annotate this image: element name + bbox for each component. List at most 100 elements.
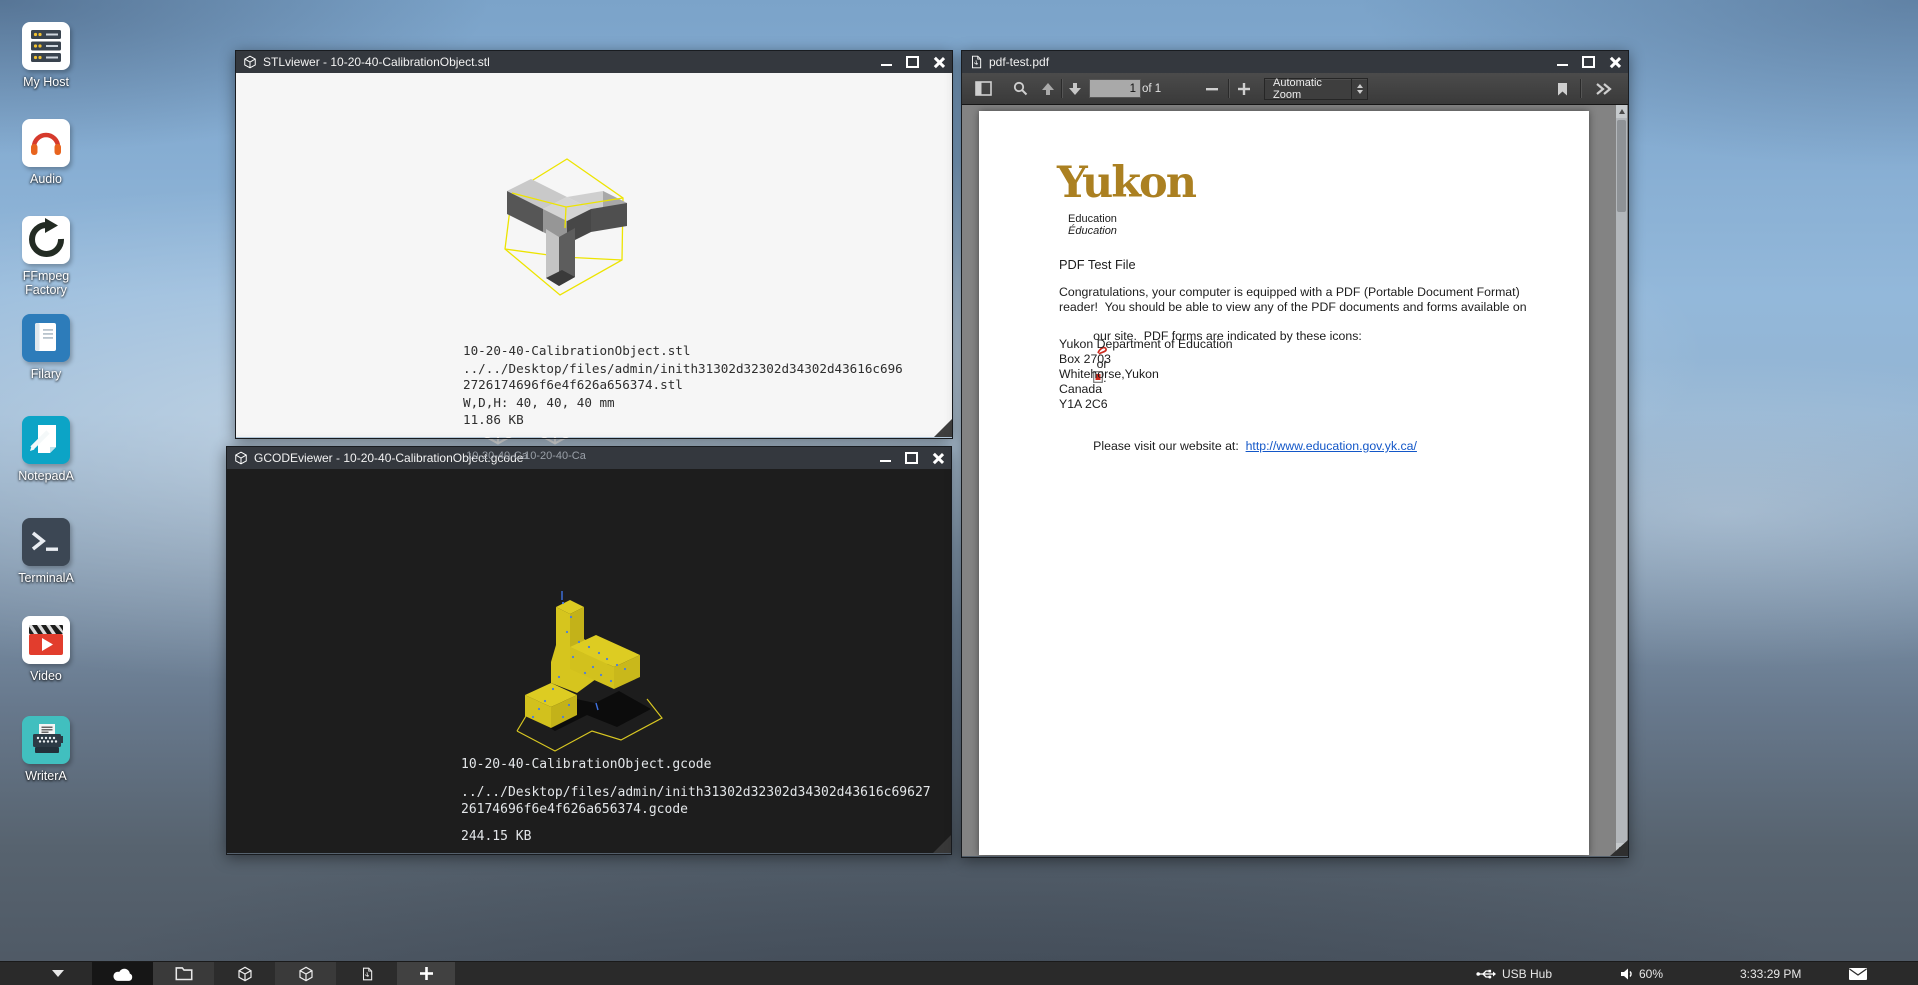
- taskbar-mail-button[interactable]: [1838, 962, 1878, 985]
- window-title: STLviewer - 10-20-40-CalibrationObject.s…: [263, 55, 881, 69]
- gcodeviewer-titlebar[interactable]: GCODEviewer - 10-20-40-CalibrationObject…: [227, 447, 951, 469]
- toolbar-divider: [1061, 79, 1062, 98]
- stlviewer-titlebar[interactable]: STLviewer - 10-20-40-CalibrationObject.s…: [236, 51, 952, 73]
- taskbar-task-stlviewer[interactable]: [214, 962, 275, 985]
- bookmark-icon: [1557, 82, 1568, 96]
- cube-icon: [298, 966, 314, 982]
- pdf-page: Yukon Education Éducation PDF Test File …: [979, 111, 1589, 855]
- stl-path-line2: 2726174696f6e4f626a656374.stl: [463, 377, 683, 392]
- minimize-button[interactable]: [881, 64, 892, 66]
- gcodeviewer-window: GCODEviewer - 10-20-40-CalibrationObject…: [226, 446, 952, 855]
- typewriter-icon: [22, 716, 70, 764]
- close-button[interactable]: [933, 57, 944, 68]
- desktop-icon-label: FFmpeg Factory: [14, 269, 78, 297]
- website-link[interactable]: http://www.education.gov.yk.ca/: [1246, 439, 1417, 453]
- taskbar-menu-button[interactable]: [30, 962, 86, 985]
- maximize-button[interactable]: [1582, 56, 1595, 68]
- desktop-icon-label: WriterA: [14, 769, 78, 783]
- taskbar: USB Hub 60% 3:33:29 PM: [0, 961, 1918, 985]
- gcode-3d-object: [499, 587, 704, 762]
- desktop-icon-filary[interactable]: Filary: [14, 314, 78, 381]
- desktop-icon-audio[interactable]: Audio: [14, 119, 78, 186]
- maximize-button[interactable]: [906, 56, 919, 68]
- zoom-out-button[interactable]: [1200, 73, 1224, 104]
- gcode-path-line2: 26174696f6e4f626a656374.gcode: [461, 802, 688, 817]
- taskbar-task-files[interactable]: [153, 962, 214, 985]
- page-number-input[interactable]: [1089, 79, 1141, 98]
- arrow-up-icon: [1041, 82, 1055, 96]
- scroll-up-button[interactable]: [1616, 105, 1627, 118]
- gcode-viewport[interactable]: 10-20-40-CalibrationObject.gcode ../../D…: [227, 469, 951, 853]
- arrow-down-icon: [1068, 82, 1082, 96]
- chevron-down-icon: [52, 970, 64, 977]
- double-chevron-right-icon: [1595, 82, 1613, 96]
- speaker-icon: [1621, 968, 1634, 980]
- yukon-logo: Yukon: [1057, 158, 1195, 208]
- sidebar-toggle-icon: [975, 81, 992, 96]
- envelope-icon: [1849, 968, 1867, 980]
- toolbar-divider: [1580, 79, 1581, 98]
- close-button[interactable]: [932, 453, 943, 464]
- pdf-window: pdf-test.pdf: [961, 50, 1629, 858]
- desktop: My Host Audio FFmpeg Factory: [0, 0, 1918, 985]
- window-title: GCODEviewer - 10-20-40-CalibrationObject…: [254, 451, 880, 465]
- maximize-button[interactable]: [905, 452, 918, 464]
- desktop-icon-label: NotepadA: [14, 469, 78, 483]
- desktop-icon-label: Video: [14, 669, 78, 683]
- sidebar-toggle-button[interactable]: [970, 73, 996, 104]
- book-icon: [22, 314, 70, 362]
- next-page-button[interactable]: [1063, 73, 1087, 104]
- bookmark-button[interactable]: [1550, 73, 1574, 104]
- desktop-icon-label: TerminalA: [14, 571, 78, 585]
- taskbar-new-button[interactable]: [397, 962, 455, 985]
- volume-status[interactable]: 60%: [1621, 962, 1663, 985]
- usb-status[interactable]: USB Hub: [1476, 962, 1552, 985]
- zoom-select[interactable]: Automatic Zoom: [1264, 78, 1368, 100]
- desktop-icon-terminala[interactable]: TerminalA: [14, 518, 78, 585]
- clock[interactable]: 3:33:29 PM: [1740, 962, 1801, 985]
- taskbar-task-gcodeviewer[interactable]: [275, 962, 336, 985]
- desktop-icon-notepada[interactable]: NotepadA: [14, 416, 78, 483]
- zoom-select-spinner: [1351, 79, 1367, 99]
- terminal-icon: [22, 518, 70, 566]
- toolbar-divider: [1228, 79, 1229, 98]
- resize-grip[interactable]: [934, 419, 952, 437]
- folder-icon: [175, 966, 193, 981]
- scrollbar-thumb[interactable]: [1617, 120, 1626, 212]
- desktop-icon-ffmpeg-factory[interactable]: FFmpeg Factory: [14, 216, 78, 297]
- previous-page-button[interactable]: [1036, 73, 1060, 104]
- desktop-icon-label: Audio: [14, 172, 78, 186]
- scrollbar-track[interactable]: [1616, 105, 1627, 856]
- search-button[interactable]: [1008, 73, 1032, 104]
- pdf-titlebar[interactable]: pdf-test.pdf: [962, 51, 1628, 73]
- desktop-icon-my-host[interactable]: My Host: [14, 22, 78, 89]
- gcode-filename: 10-20-40-CalibrationObject.gcode: [461, 757, 711, 772]
- toolbar-more-button[interactable]: [1588, 73, 1620, 104]
- stl-filesize: 11.86 KB: [463, 412, 524, 427]
- doc-heading: PDF Test File: [1059, 257, 1136, 272]
- logo-education-fr: Éducation: [1068, 225, 1117, 237]
- desktop-icon-video[interactable]: Video: [14, 616, 78, 683]
- visit-line: Please visit our website at: http://www.…: [1059, 425, 1417, 467]
- address-line2: Box 2703: [1059, 352, 1111, 366]
- stl-path-line1: ../../Desktop/files/admin/inith31302d323…: [463, 361, 903, 376]
- pdf-file-icon: [360, 966, 374, 982]
- resize-grip[interactable]: [933, 835, 951, 853]
- video-clapper-icon: [22, 616, 70, 664]
- stl-3d-object: [479, 129, 663, 313]
- minimize-button[interactable]: [880, 460, 891, 462]
- minimize-button[interactable]: [1557, 64, 1568, 66]
- stl-viewport[interactable]: 10-20-40-CalibrationObject.stl ../../Des…: [236, 73, 952, 437]
- recycle-arrows-icon: [22, 216, 70, 264]
- close-button[interactable]: [1609, 57, 1620, 68]
- note-pencil-icon: [22, 416, 70, 464]
- desktop-icon-writera[interactable]: WriterA: [14, 716, 78, 783]
- taskbar-task-cloud[interactable]: [92, 962, 153, 985]
- zoom-in-button[interactable]: [1232, 73, 1256, 104]
- resize-grip[interactable]: [1610, 840, 1628, 856]
- taskbar-task-pdfviewer[interactable]: [336, 962, 397, 985]
- zoom-select-value: Automatic Zoom: [1265, 77, 1351, 101]
- server-icon: [22, 22, 70, 70]
- plus-icon: [420, 967, 433, 980]
- pdf-toolbar: of 1 Automatic Zoom: [962, 73, 1628, 105]
